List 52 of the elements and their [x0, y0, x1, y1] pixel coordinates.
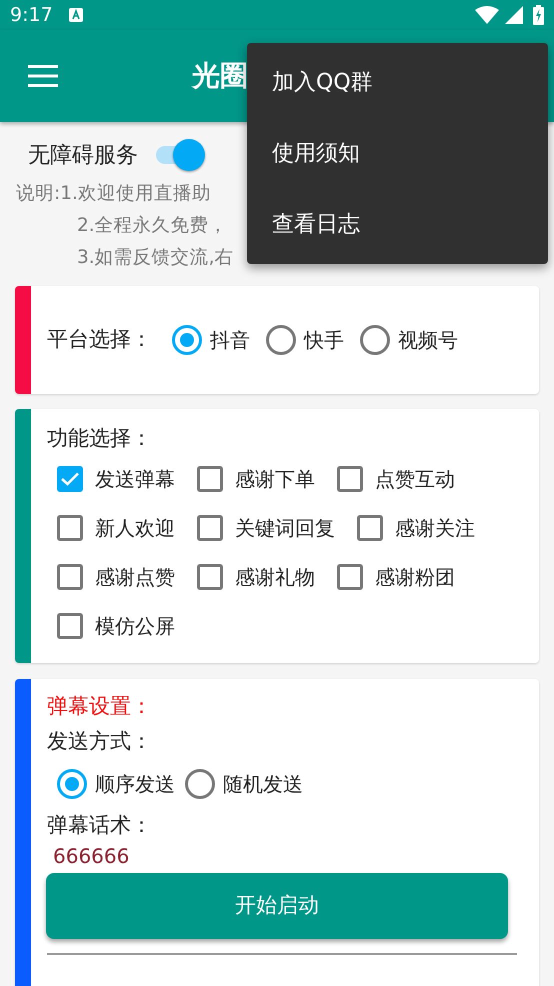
radio-icon[interactable]	[360, 325, 390, 355]
radio-icon[interactable]	[172, 325, 202, 355]
function-checkbox[interactable]: 点赞互动	[337, 454, 455, 504]
note-line: 2.全程永久免费，	[76, 214, 228, 238]
note-line: 说明:1.欢迎使用直播助	[16, 182, 211, 206]
menu-item[interactable]: 使用须知	[247, 118, 548, 189]
platform-label: 平台选择：	[47, 326, 152, 354]
checkbox-icon[interactable]	[337, 564, 363, 590]
function-checkbox[interactable]: 感谢关注	[357, 504, 475, 552]
checkbox-icon[interactable]	[57, 613, 83, 639]
note-line: 3.如需反馈交流,右	[76, 246, 234, 270]
function-checkbox[interactable]: 感谢礼物	[197, 552, 315, 602]
danmaku-settings-title: 弹幕设置：	[47, 692, 153, 720]
function-checkbox[interactable]: 发送弹幕	[57, 454, 175, 504]
platform-option[interactable]: 快手	[266, 325, 344, 355]
app-title: 光圈	[192, 58, 248, 94]
function-checkbox[interactable]: 关键词回复	[197, 504, 335, 552]
checkbox-icon[interactable]	[197, 564, 223, 590]
accessibility-label: 无障碍服务	[28, 142, 138, 170]
script-label: 弹幕话术：	[47, 812, 153, 838]
battery-icon	[533, 5, 544, 25]
notification-icon	[68, 8, 83, 22]
function-checkbox[interactable]: 模仿公屏	[57, 602, 175, 650]
menu-icon[interactable]	[28, 65, 58, 87]
send-mode-label: 发送方式：	[47, 728, 153, 755]
checkbox-icon[interactable]	[57, 515, 83, 541]
checkbox-icon[interactable]	[337, 466, 363, 492]
signal-icon	[505, 6, 523, 24]
script-line: 666666	[53, 843, 130, 870]
menu-item[interactable]: 查看日志	[247, 189, 548, 260]
accessibility-toggle[interactable]	[154, 138, 206, 172]
function-label: 功能选择：	[47, 425, 153, 452]
checkbox-icon[interactable]	[57, 564, 83, 590]
radio-icon[interactable]	[57, 768, 87, 798]
function-checkbox[interactable]: 感谢粉团	[337, 552, 455, 602]
clock-time: 9:17	[10, 2, 53, 28]
function-checkbox[interactable]: 新人欢迎	[57, 504, 175, 552]
platform-option[interactable]: 视频号	[360, 325, 458, 355]
function-checkbox[interactable]: 感谢点赞	[57, 552, 175, 602]
radio-icon[interactable]	[185, 768, 215, 798]
wifi-icon	[475, 6, 499, 24]
checkbox-icon[interactable]	[197, 466, 223, 492]
platform-option[interactable]: 抖音	[172, 325, 250, 355]
send-mode-option[interactable]: 随机发送	[185, 768, 303, 798]
send-mode-option[interactable]: 顺序发送	[57, 768, 175, 798]
checkbox-icon[interactable]	[357, 515, 383, 541]
radio-icon[interactable]	[266, 325, 296, 355]
function-checkbox[interactable]: 感谢下单	[197, 454, 315, 504]
menu-item[interactable]: 加入QQ群	[247, 47, 548, 118]
start-button[interactable]: 开始启动	[46, 873, 508, 939]
checkbox-icon[interactable]	[197, 515, 223, 541]
checkbox-icon[interactable]	[57, 466, 83, 492]
